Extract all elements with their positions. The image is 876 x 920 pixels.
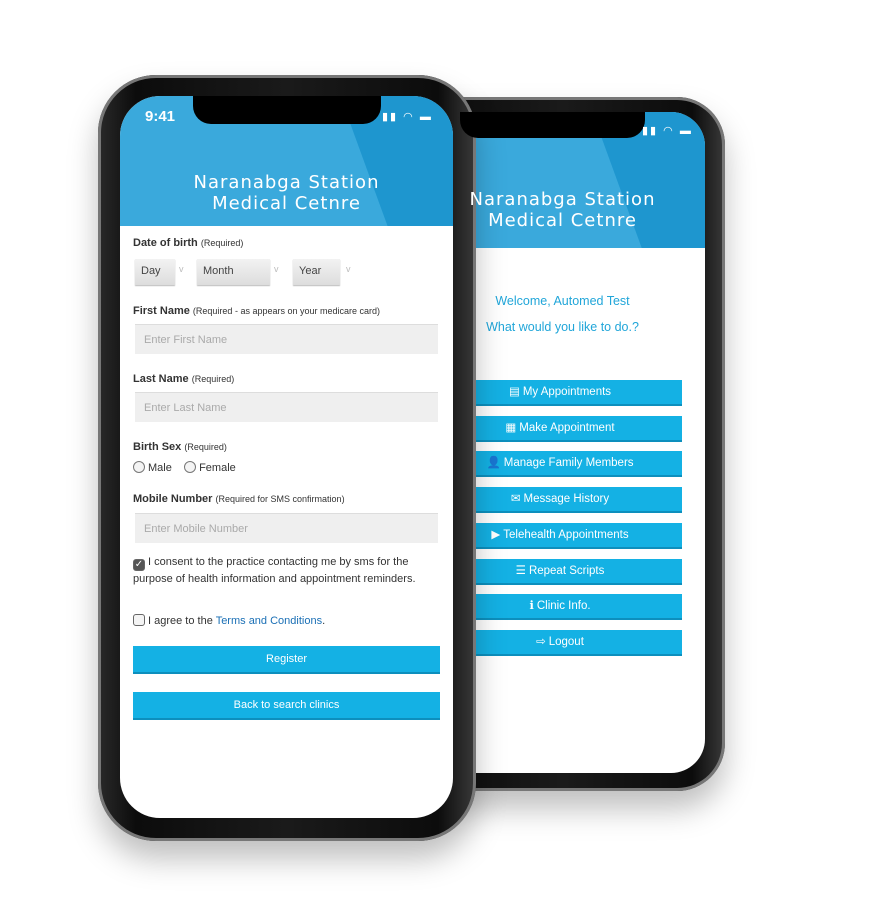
- terms-agreement: I agree to the Terms and Conditions.: [133, 613, 325, 629]
- notch: [193, 96, 381, 124]
- chevron-down-icon: v: [274, 264, 279, 274]
- terms-link[interactable]: Terms and Conditions: [216, 615, 322, 627]
- front-phone: Naranabga Station Medical Cetnre 9:41 ▮▮ …: [98, 75, 476, 841]
- sms-consent: ✓ I consent to the practice contacting me…: [133, 556, 416, 585]
- back-to-search-button[interactable]: Back to search clinics: [133, 692, 440, 720]
- clinic-title: Naranabga Station Medical Cetnre: [193, 172, 380, 214]
- male-radio[interactable]: Male: [133, 461, 172, 474]
- last-name-input[interactable]: [135, 392, 438, 422]
- birth-sex-label: Birth Sex (Required): [133, 441, 227, 453]
- tasks-icon: ☰: [515, 564, 526, 577]
- info-icon: ℹ: [529, 600, 534, 613]
- female-radio[interactable]: Female: [184, 461, 236, 474]
- status-icons: ▮▮ ◠ ▬: [382, 111, 433, 123]
- register-button[interactable]: Register: [133, 646, 440, 674]
- month-select[interactable]: Month: [197, 259, 270, 285]
- day-select[interactable]: Day: [135, 259, 175, 285]
- first-name-input[interactable]: [135, 324, 438, 354]
- first-name-label: First Name (Required - as appears on you…: [133, 305, 381, 317]
- status-time: 9:41: [145, 108, 176, 125]
- last-name-label: Last Name (Required): [133, 373, 235, 385]
- radio-icon: [133, 461, 145, 473]
- mobile-input[interactable]: [135, 513, 438, 543]
- list-icon: ▤: [508, 386, 520, 398]
- envelope-icon: ✉: [510, 493, 521, 506]
- registration-screen: Naranabga Station Medical Cetnre 9:41 ▮▮ …: [120, 96, 453, 818]
- calendar-icon: ▦: [505, 421, 517, 434]
- chevron-down-icon: v: [346, 264, 351, 274]
- terms-checkbox[interactable]: [133, 614, 145, 626]
- logout-icon: ⇨: [536, 635, 546, 648]
- video-camera-icon: ▶: [491, 528, 501, 541]
- user-icon: 👤: [486, 457, 501, 470]
- radio-icon: [184, 461, 197, 473]
- chevron-down-icon: v: [179, 264, 184, 274]
- year-select[interactable]: Year: [293, 259, 340, 285]
- status-icons: ▮▮ ◠ ▬: [642, 125, 693, 137]
- mobile-label: Mobile Number (Required for SMS confirma…: [133, 493, 345, 505]
- notch: [460, 112, 645, 138]
- clinic-title: Naranabga Station Medical Cetnre: [469, 189, 656, 231]
- dob-label: Date of birth (Required): [133, 237, 244, 249]
- sex-options: Male Female: [133, 460, 236, 476]
- consent-checkbox[interactable]: ✓: [133, 559, 145, 571]
